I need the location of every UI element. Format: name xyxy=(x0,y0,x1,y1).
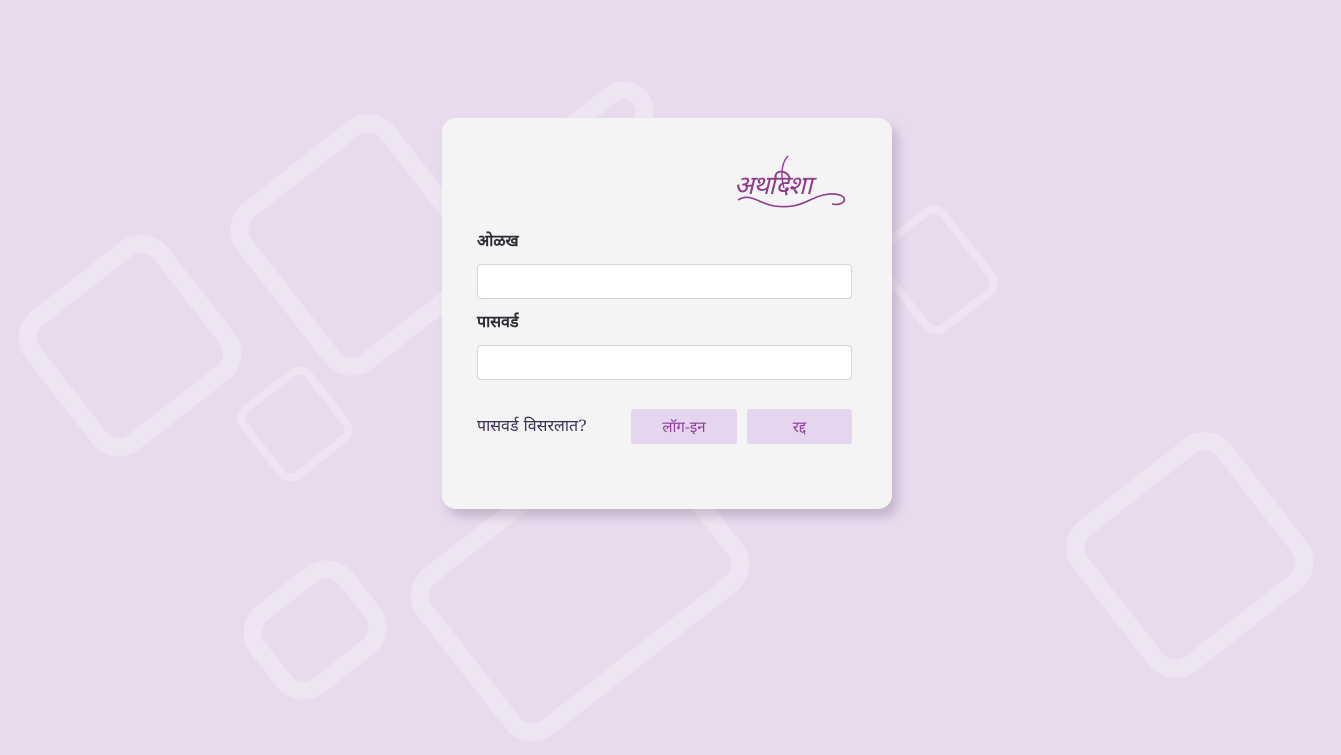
password-input[interactable] xyxy=(477,345,852,380)
username-input[interactable] xyxy=(477,264,852,299)
background-shape xyxy=(1052,418,1328,692)
username-label: ओळख xyxy=(477,231,519,250)
password-label: पासवर्ड xyxy=(477,312,519,331)
brand-logo: अथदिशा xyxy=(730,148,854,216)
login-button[interactable]: लॉग-इन xyxy=(631,409,737,444)
forgot-password-link[interactable]: पासवर्ड विसरलात? xyxy=(477,414,587,436)
login-card: अथदिशा ओळख पासवर्ड पासवर्ड विसरलात? लॉग-… xyxy=(442,118,892,509)
background-shape xyxy=(229,546,401,714)
background-shape xyxy=(5,221,255,470)
logo-text: अथदिशा xyxy=(734,171,812,201)
background-shape xyxy=(231,360,359,488)
cancel-button[interactable]: रद्द xyxy=(747,409,852,444)
